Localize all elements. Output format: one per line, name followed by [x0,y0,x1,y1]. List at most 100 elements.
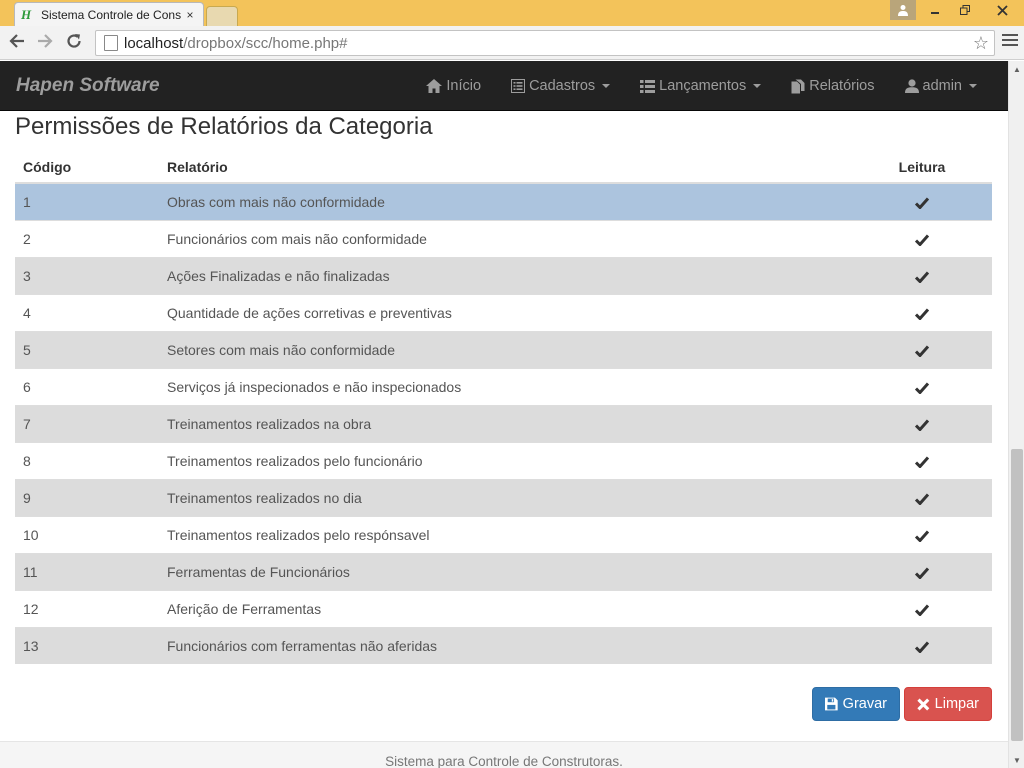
cell-code: 3 [15,256,159,294]
browser-tab[interactable]: H Sistema Controle de Cons × [14,2,204,26]
table-row[interactable]: 10 Treinamentos realizados pelo respónsav… [15,515,992,553]
scroll-up-icon[interactable]: ▲ [1009,61,1024,77]
clear-button[interactable]: Limpar [904,687,992,721]
check-icon[interactable] [915,564,929,580]
table-row[interactable]: 6 Serviços já inspecionados e não inspeci… [15,367,992,405]
check-icon[interactable] [915,601,929,617]
url-text[interactable]: localhost/dropbox/scc/home.php# [124,35,968,52]
brand-link[interactable]: Hapen Software [16,75,160,97]
column-header-code: Código [15,151,159,184]
page-scrollbar[interactable]: ▲ ▼ [1008,61,1024,768]
check-icon[interactable] [915,342,929,358]
arrow-right-icon[interactable] [34,32,56,54]
check-icon[interactable] [915,416,929,432]
tab-close-icon[interactable]: × [183,8,197,22]
tab-title: Sistema Controle de Cons [41,7,182,22]
table-row[interactable]: 13 Funcionários com ferramentas não aferi… [15,626,992,664]
check-icon[interactable] [915,379,929,395]
save-button[interactable]: Gravar [812,687,900,721]
minimize-icon[interactable] [920,0,950,20]
arrow-left-icon[interactable] [6,32,28,54]
reload-icon[interactable] [63,32,85,54]
check-icon[interactable] [915,453,929,469]
address-bar[interactable]: localhost/dropbox/scc/home.php# ☆ [95,30,995,56]
nav-label: Relatórios [809,78,875,94]
table-row[interactable]: 7 Treinamentos realizados na obra [15,404,992,442]
clear-button-label: Limpar [934,696,979,712]
cell-code: 9 [15,478,159,516]
check-icon[interactable] [915,231,929,247]
hamburger-menu-icon[interactable] [1002,34,1018,52]
page-title: Permissões de Relatórios da Categoria [15,113,433,140]
cell-read[interactable] [852,515,992,553]
table-row[interactable]: 5 Setores com mais não conformidade [15,330,992,368]
nav-label: Cadastros [529,78,596,94]
check-icon[interactable] [915,268,929,284]
cell-read[interactable] [852,552,992,590]
cell-report: Quantidade de ações corretivas e prevent… [159,293,852,331]
cell-read[interactable] [852,626,992,664]
cell-read[interactable] [852,293,992,331]
nav-item-relatorios[interactable]: Relatórios [776,61,889,111]
column-header-report: Relatório [159,151,852,184]
window-close-icon[interactable] [980,0,1024,20]
table-row[interactable]: 3 Ações Finalizadas e não finalizadas [15,256,992,294]
cell-read[interactable] [852,256,992,294]
page-viewport: Hapen Software Início Cadastros Lançamen… [0,61,1008,768]
check-icon[interactable] [915,194,929,210]
caret-down-icon [969,84,977,88]
cell-read[interactable] [852,404,992,442]
cell-code: 12 [15,589,159,627]
check-icon[interactable] [915,490,929,506]
star-icon[interactable]: ☆ [968,33,994,54]
profile-icon[interactable] [890,0,916,20]
table-row[interactable]: 11 Ferramentas de Funcionários [15,552,992,590]
cell-read[interactable] [852,219,992,257]
scroll-down-icon[interactable]: ▼ [1009,752,1024,768]
scrollbar-thumb[interactable] [1011,449,1023,741]
nav-item-cadastros[interactable]: Cadastros [496,61,625,111]
cell-read[interactable] [852,367,992,405]
table-body: 1 Obras com mais não conformidade 2 Funcion… [15,182,992,664]
table-row[interactable]: 12 Aferição de Ferramentas [15,589,992,627]
cell-read[interactable] [852,330,992,368]
nav-item-admin[interactable]: admin [890,61,993,111]
remove-icon [917,698,930,710]
home-icon [426,79,443,93]
table-row[interactable]: 1 Obras com mais não conformidade [15,182,992,220]
browser-toolbar: localhost/dropbox/scc/home.php# ☆ [0,26,1024,60]
restore-icon[interactable] [950,0,980,20]
cell-read[interactable] [852,182,992,220]
new-tab-button[interactable] [206,6,238,26]
cell-report: Obras com mais não conformidade [159,182,852,220]
table-row[interactable]: 2 Funcionários com mais não conformidade [15,219,992,257]
window-controls [890,0,1024,20]
cell-read[interactable] [852,589,992,627]
column-header-read: Leitura [852,151,992,184]
cell-read[interactable] [852,441,992,479]
duplicate-icon [791,79,805,93]
cell-code: 10 [15,515,159,553]
nav-item-inicio[interactable]: Início [411,61,496,111]
cell-report: Funcionários com mais não conformidade [159,219,852,257]
table-row[interactable]: 4 Quantidade de ações corretivas e preven… [15,293,992,331]
cell-code: 4 [15,293,159,331]
nav-item-lancamentos[interactable]: Lançamentos [625,61,776,111]
table-row[interactable]: 9 Treinamentos realizados no dia [15,478,992,516]
cell-read[interactable] [852,478,992,516]
list-icon [640,79,656,93]
caret-down-icon [753,84,762,88]
table-header-row: Código Relatório Leitura [15,151,992,184]
check-icon[interactable] [915,638,929,654]
check-icon[interactable] [915,305,929,321]
cell-report: Treinamentos realizados pelo respónsavel [159,515,852,553]
page-icon [104,35,118,51]
check-icon[interactable] [915,527,929,543]
user-icon [904,79,919,93]
save-button-label: Gravar [842,696,887,712]
table-row[interactable]: 8 Treinamentos realizados pelo funcionári… [15,441,992,479]
cell-code: 8 [15,441,159,479]
cell-code: 13 [15,626,159,664]
cell-code: 5 [15,330,159,368]
nav-label: admin [922,78,963,94]
